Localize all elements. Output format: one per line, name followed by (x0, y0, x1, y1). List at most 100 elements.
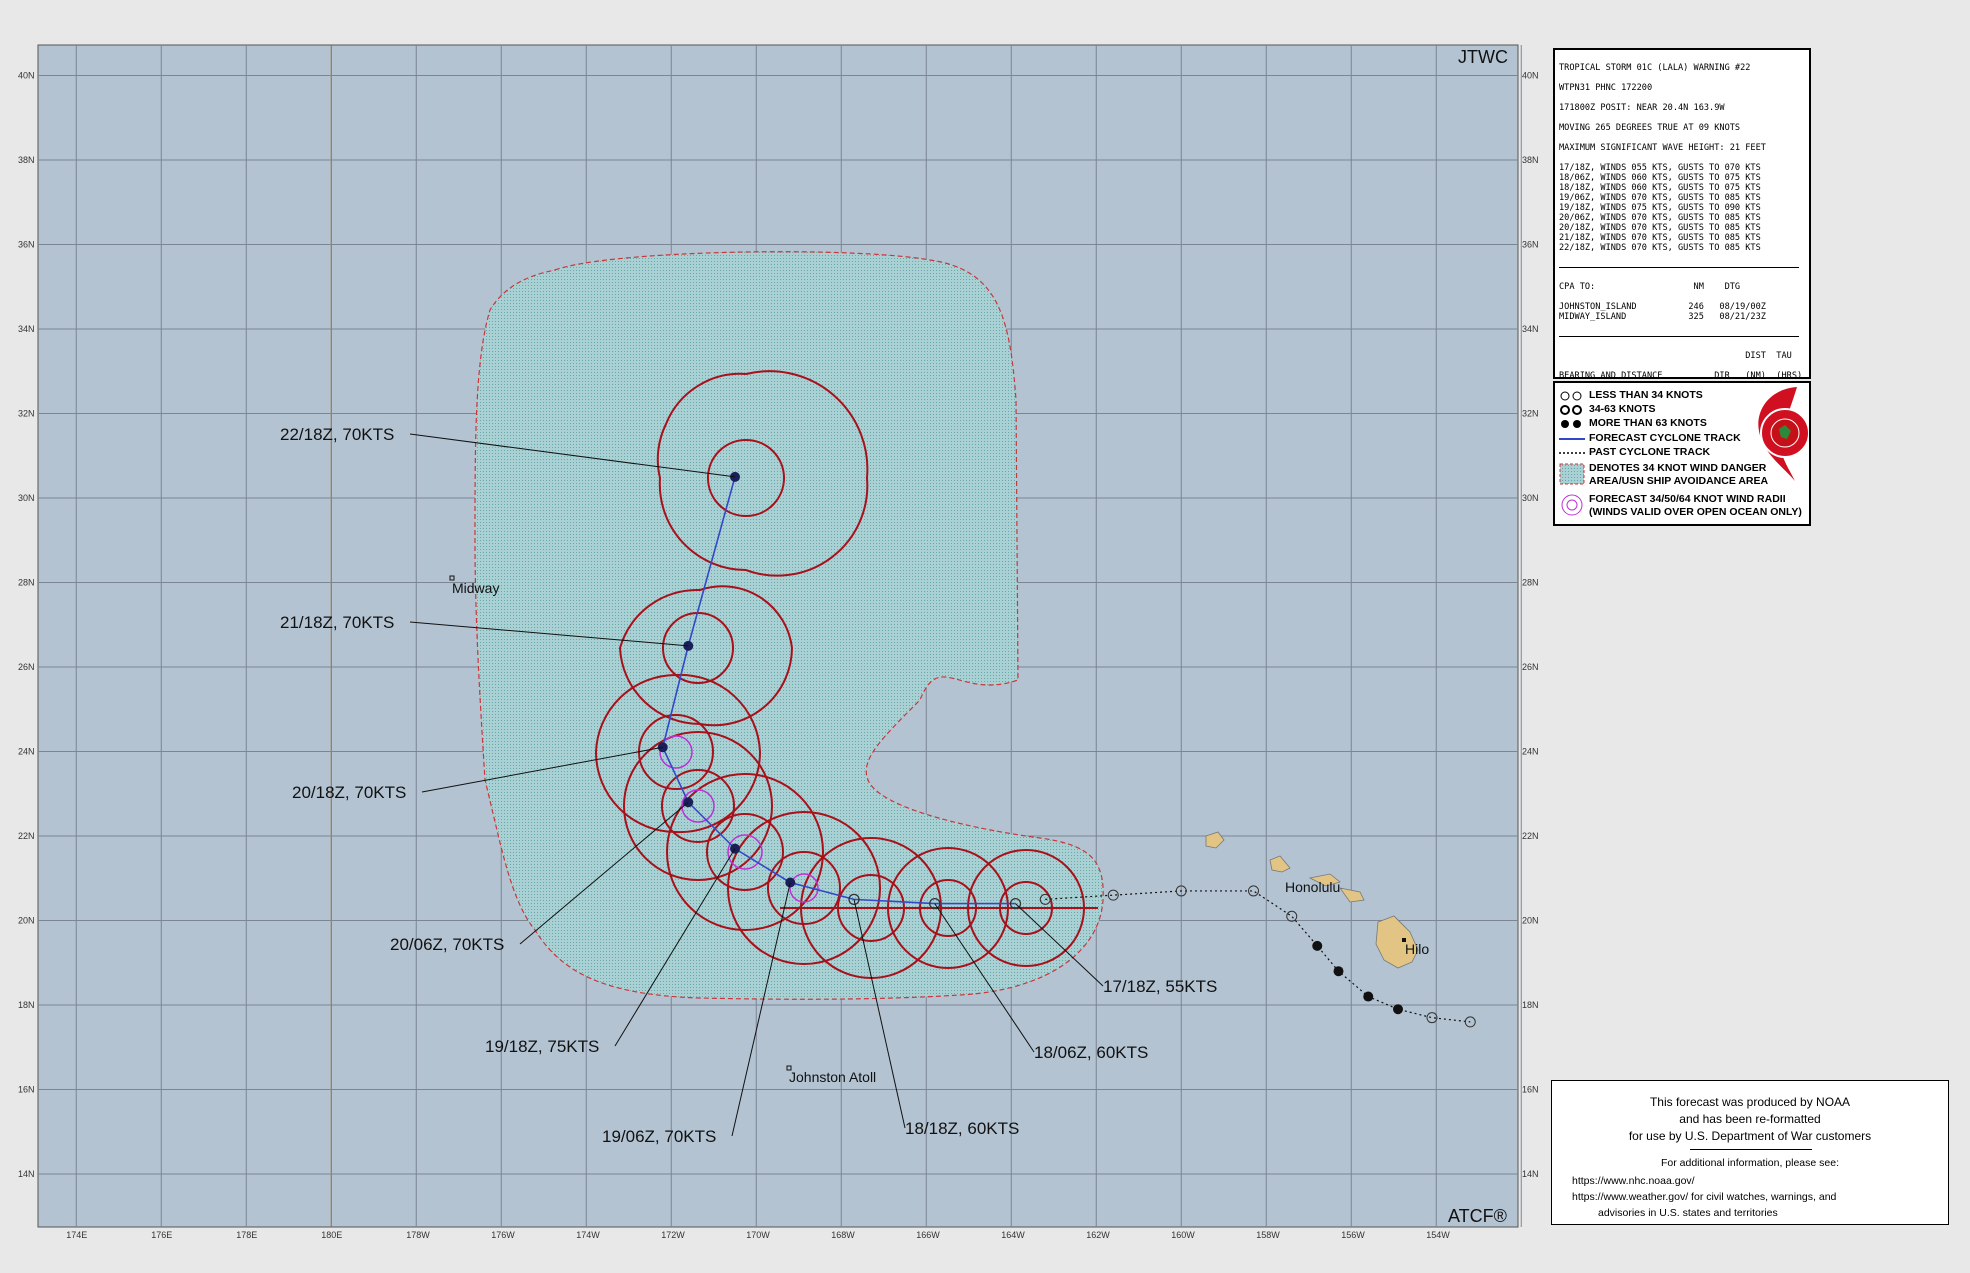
lon-tick-label: 166W (916, 1230, 940, 1240)
lat-tick-label: 22N (1522, 831, 1539, 841)
lat-tick-label: 40N (18, 71, 35, 81)
lat-tick-label: 20N (1522, 916, 1539, 926)
noaa-divider (1690, 1149, 1812, 1150)
lat-tick-label: 32N (1522, 409, 1539, 419)
past-point-marker (1333, 966, 1344, 977)
warning-forecast-list: 17/18Z, WINDS 055 KTS, GUSTS TO 070 KTS 1… (1559, 163, 1805, 253)
warning-forecast-line: 18/06Z, WINDS 060 KTS, GUSTS TO 075 KTS (1559, 173, 1761, 183)
lat-tick-label: 28N (18, 578, 35, 588)
lat-tick-label: 18N (1522, 1000, 1539, 1010)
lat-tick-label: 32N (18, 409, 35, 419)
forecast-label: 21/18Z, 70KTS (280, 613, 394, 632)
warning-wave-height: MAXIMUM SIGNIFICANT WAVE HEIGHT: 21 FEET (1559, 143, 1766, 153)
warning-forecast-line: 18/18Z, WINDS 060 KTS, GUSTS TO 075 KTS (1559, 183, 1761, 193)
lon-tick-label: 174W (576, 1230, 600, 1240)
lat-tick-label: 26N (18, 662, 35, 672)
noaa-disclaimer: This forecast was produced by NOAA and h… (1551, 1080, 1949, 1225)
lat-tick-label: 24N (1522, 747, 1539, 757)
forecast-label: 18/06Z, 60KTS (1034, 1043, 1148, 1062)
lat-tick-label: 22N (18, 831, 35, 841)
place-johnston: Johnston Atoll (789, 1069, 876, 1085)
lon-tick-label: 164W (1001, 1230, 1025, 1240)
cpa-header: CPA TO: NM DTG (1559, 282, 1741, 292)
forecast-label: 20/06Z, 70KTS (390, 935, 504, 954)
past-point-marker (1312, 940, 1323, 951)
legend-box: LESS THAN 34 KNOTS 34-63 KNOTS MORE THAN… (1553, 381, 1811, 526)
warning-forecast-line: 22/18Z, WINDS 070 KTS, GUSTS TO 085 KTS (1559, 243, 1761, 253)
noaa-line-1: This forecast was produced by NOAA (1649, 1095, 1851, 1109)
warning-forecast-line: 20/06Z, WINDS 070 KTS, GUSTS TO 085 KTS (1559, 213, 1761, 223)
lon-tick-label: 174E (66, 1230, 87, 1240)
warning-forecast-line: 21/18Z, WINDS 070 KTS, GUSTS TO 085 KTS (1559, 233, 1761, 243)
bd-header-1: DIST TAU (1559, 351, 1792, 361)
warning-position: 171800Z POSIT: NEAR 20.4N 163.9W (1559, 103, 1725, 113)
lon-tick-label: 178E (236, 1230, 257, 1240)
lon-tick-label: 180E (321, 1230, 342, 1240)
warning-info-box: TROPICAL STORM 01C (LALA) WARNING #22 WT… (1553, 48, 1811, 379)
place-midway: Midway (452, 580, 499, 596)
lat-tick-label: 26N (1522, 662, 1539, 672)
lon-tick-label: 172W (661, 1230, 685, 1240)
noaa-line-7: advisories in U.S. states and territorie… (1598, 1207, 1778, 1219)
jtwc-seal-logo (1758, 387, 1809, 481)
noaa-line-4: For additional information, please see: (1660, 1157, 1840, 1169)
lat-tick-label: 34N (1522, 324, 1539, 334)
lon-tick-label: 154W (1426, 1230, 1450, 1240)
past-point-marker (1363, 991, 1374, 1002)
lon-tick-label: 176W (491, 1230, 515, 1240)
lon-tick-label: 176E (151, 1230, 172, 1240)
lat-tick-label: 14N (18, 1169, 35, 1179)
forecast-label: 22/18Z, 70KTS (280, 425, 394, 444)
warning-header: WTPN31 PHNC 172200 (1559, 83, 1653, 93)
lat-tick-label: 14N (1522, 1169, 1539, 1179)
legend-wind-radii: FORECAST 34/50/64 KNOT WIND RADII (WINDS… (1559, 493, 1802, 520)
warning-title: TROPICAL STORM 01C (LALA) WARNING #22 (1559, 63, 1751, 73)
lat-tick-label: 38N (1522, 155, 1539, 165)
forecast-label: 18/18Z, 60KTS (905, 1119, 1019, 1138)
lon-tick-label: 158W (1256, 1230, 1280, 1240)
lat-tick-label: 36N (18, 240, 35, 250)
forecast-label: 19/06Z, 70KTS (602, 1127, 716, 1146)
lat-tick-label: 18N (18, 1000, 35, 1010)
lat-tick-label: 40N (1522, 71, 1539, 81)
warning-forecast-line: 19/06Z, WINDS 070 KTS, GUSTS TO 085 KTS (1559, 193, 1761, 203)
warning-forecast-line: 20/18Z, WINDS 070 KTS, GUSTS TO 085 KTS (1559, 223, 1761, 233)
noaa-line-3: for use by U.S. Department of War custom… (1628, 1129, 1872, 1143)
warning-forecast-line: 17/18Z, WINDS 055 KTS, GUSTS TO 070 KTS (1559, 163, 1761, 173)
agency-label: JTWC (1458, 47, 1508, 67)
lon-tick-label: 168W (831, 1230, 855, 1240)
lat-tick-label: 30N (1522, 493, 1539, 503)
forecast-label: 19/18Z, 75KTS (485, 1037, 599, 1056)
place-hilo: Hilo (1405, 941, 1429, 957)
cpa-line: JOHNSTON_ISLAND 246 08/19/00Z (1559, 302, 1766, 312)
lat-tick-label: 34N (18, 324, 35, 334)
lat-tick-label: 30N (18, 493, 35, 503)
lon-tick-label: 178W (406, 1230, 430, 1240)
forecast-label: 17/18Z, 55KTS (1103, 977, 1217, 996)
cpa-list: JOHNSTON_ISLAND 246 08/19/00Z MIDWAY_ISLA… (1559, 302, 1805, 322)
forecast-label: 20/18Z, 70KTS (292, 783, 406, 802)
lat-tick-label: 16N (18, 1085, 35, 1095)
lat-tick-label: 16N (1522, 1085, 1539, 1095)
cpa-line: MIDWAY_ISLAND 325 08/21/23Z (1559, 312, 1766, 322)
bd-header-2: BEARING AND DISTANCE DIR (NM) (HRS) (1559, 371, 1803, 379)
lon-tick-label: 162W (1086, 1230, 1110, 1240)
lon-tick-label: 156W (1341, 1230, 1365, 1240)
lat-tick-label: 20N (18, 916, 35, 926)
noaa-link-nhc[interactable]: https://www.nhc.noaa.gov/ (1572, 1175, 1968, 1187)
warning-movement: MOVING 265 DEGREES TRUE AT 09 KNOTS (1559, 123, 1741, 133)
place-honolulu: Honolulu (1285, 879, 1340, 895)
noaa-line-2: and has been re-formatted (1679, 1112, 1821, 1126)
legend-past-track: PAST CYCLONE TRACK (1559, 446, 1711, 458)
legend-danger-area: DENOTES 34 KNOT WIND DANGER AREA/USN SHI… (1559, 462, 1768, 489)
warning-forecast-line: 19/18Z, WINDS 075 KTS, GUSTS TO 090 KTS (1559, 203, 1761, 213)
lon-tick-label: 160W (1171, 1230, 1195, 1240)
lat-tick-label: 38N (18, 155, 35, 165)
noaa-link-weather[interactable]: https://www.weather.gov/ for civil watch… (1572, 1191, 1968, 1203)
lat-tick-label: 36N (1522, 240, 1539, 250)
lon-tick-label: 170W (746, 1230, 770, 1240)
atcf-label: ATCF® (1448, 1206, 1507, 1226)
past-point-marker (1393, 1004, 1403, 1015)
lat-tick-label: 24N (18, 747, 35, 757)
lat-tick-label: 28N (1522, 578, 1539, 588)
